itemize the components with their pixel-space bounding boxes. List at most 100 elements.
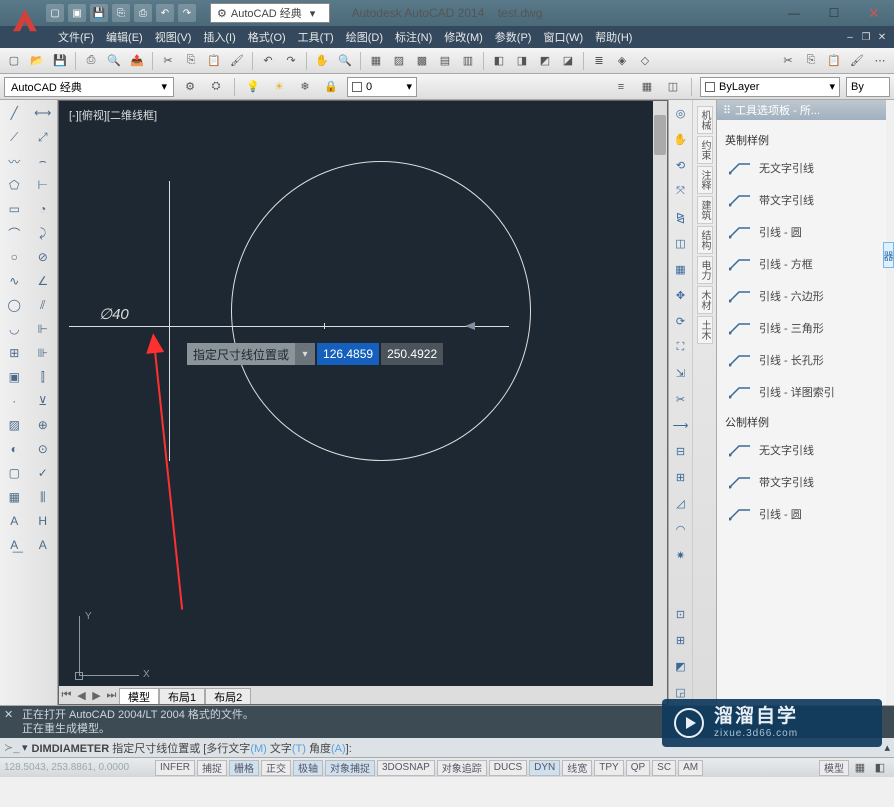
match-icon[interactable]: 🖌 [227,51,247,71]
qat-redo-icon[interactable]: ↷ [178,4,196,22]
menu-dimension[interactable]: 标注(N) [389,26,438,48]
palette-pin-icon[interactable]: ⊡ [672,605,690,623]
tb-icon-d[interactable]: ▤ [435,51,455,71]
status-toggle[interactable]: 线宽 [562,760,592,776]
qat-undo-icon[interactable]: ↶ [156,4,174,22]
ellipsearc-icon[interactable]: ◡ [3,320,25,338]
grip-icon[interactable]: ⠿ [723,104,731,117]
menu-tools[interactable]: 工具(T) [292,26,340,48]
qat-save-icon[interactable]: 💾 [90,4,108,22]
layerstate-icon[interactable]: ≡ [611,77,631,97]
dim-space-icon[interactable]: ⫿ [32,368,54,386]
cmd-close-icon[interactable]: ✕ [4,708,13,722]
rotate-icon[interactable]: ⟳ [672,312,690,330]
status-toggle[interactable]: 正交 [261,760,291,776]
status-toggle[interactable]: TPY [594,760,623,776]
join-icon[interactable]: ⊞ [672,468,690,486]
dim-break-icon[interactable]: ⊻ [32,392,54,410]
vtab-7[interactable]: 土木 [697,316,713,344]
tab-nav[interactable]: ⏮◀▶⏭ [59,689,119,702]
color-combo[interactable]: ByLayer ▾ [700,77,840,97]
polygon-icon[interactable]: ⬠ [3,176,25,194]
open-icon[interactable]: 📂 [27,51,47,71]
tb-icon-g[interactable]: ◨ [512,51,532,71]
status-toggle[interactable]: DUCS [489,760,527,776]
tb-icon-h[interactable]: ◩ [535,51,555,71]
menu-help[interactable]: 帮助(H) [589,26,638,48]
vtab-4[interactable]: 结构 [697,226,713,254]
status-toggle[interactable]: 捕捉 [197,760,227,776]
layer-combo[interactable]: 0 ▾ [347,77,417,97]
status-toggle[interactable]: 极轴 [293,760,323,776]
tab-model[interactable]: 模型 [119,688,159,704]
dim-arc-icon[interactable]: ⌢ [32,152,54,170]
orbit-icon[interactable]: ⟲ [672,156,690,174]
palette-opt-icon[interactable]: ⊞ [672,631,690,649]
addsel-icon[interactable]: A͟ [3,536,25,554]
sun-icon[interactable]: ☀ [269,77,289,97]
pline-icon[interactable]: 〰 [3,152,25,170]
cut2-icon[interactable]: ✂ [778,51,798,71]
status-toggle[interactable]: 栅格 [229,760,259,776]
chamfer-icon[interactable]: ◿ [672,494,690,512]
insert-icon[interactable]: ⊞ [3,344,25,362]
flyout-handle[interactable]: 器 [883,242,894,268]
xline-icon[interactable]: ⟋ [3,128,25,146]
dim-ang-icon[interactable]: ∠ [32,272,54,290]
tb-icon-b[interactable]: ▨ [389,51,409,71]
dyn-field-y[interactable]: 250.4922 [381,343,443,365]
trim-icon[interactable]: ✂ [672,390,690,408]
tab-layout1[interactable]: 布局1 [159,688,205,704]
status-toggle[interactable]: SC [652,760,676,776]
vtab-2[interactable]: 注释 [697,166,713,194]
palette-item[interactable]: 引线 - 详图索引 [723,376,880,408]
palette-item[interactable]: 带文字引线 [723,466,880,498]
zoom-icon[interactable]: 🔍 [335,51,355,71]
maximize-button[interactable]: ☐ [814,0,854,26]
layerwalk-icon[interactable]: ▦ [637,77,657,97]
vtab-6[interactable]: 木材 [697,286,713,314]
lock-icon[interactable]: 🔒 [321,77,341,97]
undo-icon[interactable]: ↶ [258,51,278,71]
vertical-scrollbar[interactable] [653,101,667,686]
inspect-icon[interactable]: ✓ [32,464,54,482]
explode-icon[interactable]: ✷ [672,546,690,564]
dimtedit-icon[interactable]: A [32,536,54,554]
cut-icon[interactable]: ✂ [158,51,178,71]
stretch-icon[interactable]: ⇲ [672,364,690,382]
save-icon[interactable]: 💾 [50,51,70,71]
paste2-icon[interactable]: 📋 [824,51,844,71]
close-button[interactable]: ✕ [854,0,894,26]
status-toggle[interactable]: DYN [529,760,560,776]
workspace-dropdown[interactable]: ⚙ AutoCAD 经典 ▾ [210,3,330,23]
palette-item[interactable]: 引线 - 圆 [723,498,880,530]
vtab-5[interactable]: 电力 [697,256,713,284]
tb-icon-e[interactable]: ▥ [458,51,478,71]
table-icon[interactable]: ▦ [3,488,25,506]
dim-base-icon[interactable]: ⊩ [32,320,54,338]
extend-icon[interactable]: ⟶ [672,416,690,434]
dim-jog-icon[interactable]: ⤸ [32,224,54,242]
palette-dc-icon[interactable]: ◩ [672,657,690,675]
workspace-combo[interactable]: AutoCAD 经典 ▾ [4,77,174,97]
dimedit-icon[interactable]: H [32,512,54,530]
offset-icon[interactable]: ◫ [672,234,690,252]
menu-insert[interactable]: 插入(I) [197,26,241,48]
tb-icon-c[interactable]: ▩ [412,51,432,71]
layers-icon[interactable]: ≣ [589,51,609,71]
sb-model[interactable]: 模型 [819,760,849,776]
tb-icon-a[interactable]: ▦ [366,51,386,71]
hatch-icon[interactable]: ▨ [3,416,25,434]
freeze-icon[interactable]: ❄ [295,77,315,97]
vtab-1[interactable]: 约束 [697,136,713,164]
pan-icon[interactable]: ✋ [312,51,332,71]
spline-icon[interactable]: ∿ [3,272,25,290]
layerprev-icon[interactable]: ◇ [635,51,655,71]
ellipse-icon[interactable]: ◯ [3,296,25,314]
publish-icon[interactable]: 📤 [127,51,147,71]
region-icon[interactable]: ▢ [3,464,25,482]
palette-title[interactable]: ⠿ 工具选项板 - 所... [717,100,886,120]
copy2-icon[interactable]: ⎘ [801,51,821,71]
dim-cont-icon[interactable]: ⊪ [32,344,54,362]
mtext-icon[interactable]: A [3,512,25,530]
